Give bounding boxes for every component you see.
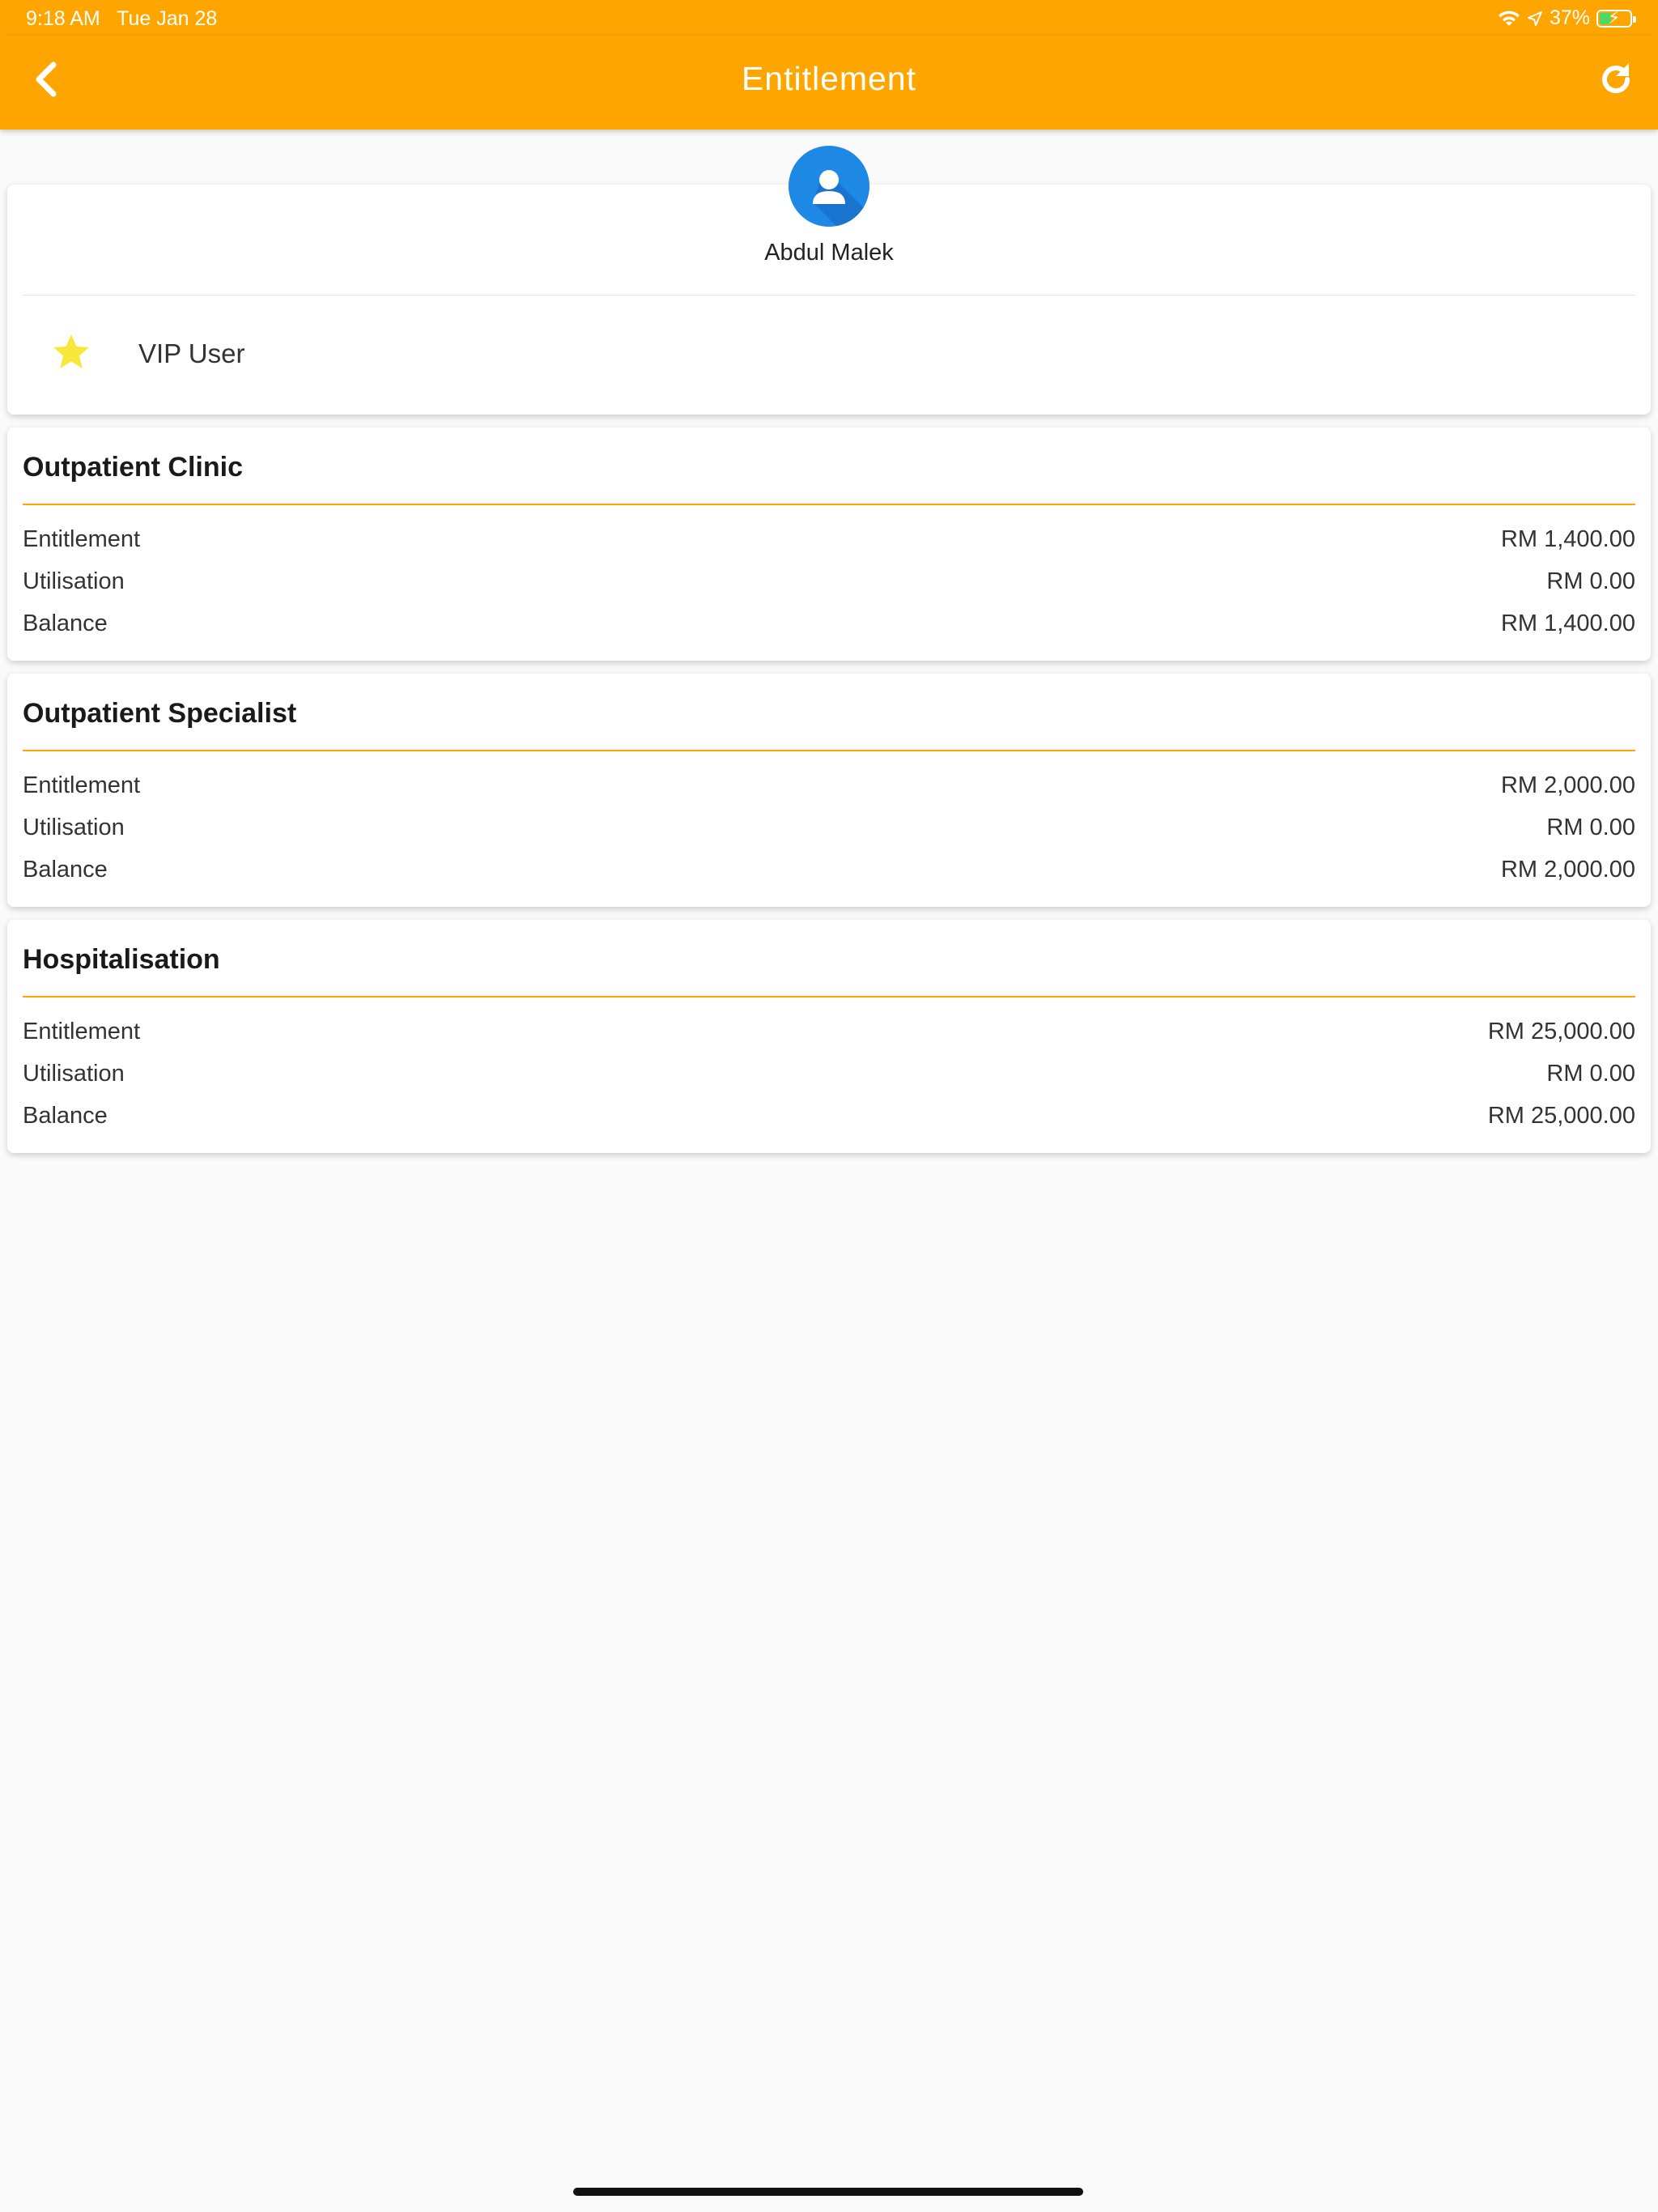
row-label: Utilisation <box>23 814 125 840</box>
home-indicator[interactable] <box>573 2188 1083 2196</box>
section-title: Outpatient Clinic <box>23 452 243 483</box>
section-title: Hospitalisation <box>23 944 220 975</box>
utilisation-row: Utilisation RM 0.00 <box>23 1053 1635 1095</box>
vip-row: VIP User <box>7 295 1651 415</box>
section-outpatient-specialist: Outpatient Specialist Entitlement RM 2,0… <box>7 674 1651 907</box>
battery-percent: 37% <box>1549 6 1590 29</box>
entitlement-row: Entitlement RM 2,000.00 <box>23 764 1635 806</box>
section-outpatient-clinic: Outpatient Clinic Entitlement RM 1,400.0… <box>7 428 1651 661</box>
balance-row: Balance RM 2,000.00 <box>23 849 1635 891</box>
user-icon <box>813 170 869 227</box>
section-divider <box>23 504 1635 505</box>
status-bar: 9:18 AM Tue Jan 28 37% ⚡ <box>0 0 1658 36</box>
row-label: Utilisation <box>23 1060 125 1087</box>
vip-label: VIP User <box>138 338 245 368</box>
balance-row: Balance RM 25,000.00 <box>23 1095 1635 1137</box>
page-title: Entitlement <box>741 60 917 97</box>
status-indicators: 37% ⚡ <box>1498 6 1636 30</box>
row-value: RM 0.00 <box>1546 1060 1635 1087</box>
row-label: Entitlement <box>23 772 141 798</box>
refresh-button[interactable] <box>1596 60 1635 99</box>
entitlement-row: Entitlement RM 1,400.00 <box>23 518 1635 560</box>
star-icon <box>53 334 89 368</box>
row-value: RM 0.00 <box>1546 814 1635 840</box>
section-divider <box>23 996 1635 998</box>
row-value: RM 2,000.00 <box>1500 772 1635 798</box>
row-label: Balance <box>23 1102 108 1129</box>
avatar <box>789 146 869 227</box>
row-label: Utilisation <box>23 568 125 594</box>
balance-row: Balance RM 1,400.00 <box>23 602 1635 644</box>
row-value: RM 0.00 <box>1546 568 1635 594</box>
wifi-icon <box>1498 10 1520 26</box>
row-value: RM 1,400.00 <box>1500 525 1635 552</box>
app-header: Entitlement <box>0 36 1658 130</box>
utilisation-row: Utilisation RM 0.00 <box>23 806 1635 849</box>
row-label: Entitlement <box>23 525 141 552</box>
status-time-date: 9:18 AM Tue Jan 28 <box>26 7 217 31</box>
row-label: Balance <box>23 856 108 883</box>
entitlement-row: Entitlement RM 25,000.00 <box>23 1010 1635 1053</box>
status-date: Tue Jan 28 <box>117 7 218 30</box>
utilisation-row: Utilisation RM 0.00 <box>23 560 1635 602</box>
refresh-icon <box>1602 63 1630 93</box>
row-value: RM 1,400.00 <box>1500 610 1635 636</box>
row-value: RM 2,000.00 <box>1500 856 1635 883</box>
section-title: Outpatient Specialist <box>23 698 297 729</box>
row-label: Balance <box>23 610 108 636</box>
row-label: Entitlement <box>23 1018 141 1044</box>
section-hospitalisation: Hospitalisation Entitlement RM 25,000.00… <box>7 920 1651 1153</box>
battery-icon: ⚡ <box>1596 7 1636 28</box>
profile-name: Abdul Malek <box>764 240 894 266</box>
row-value: RM 25,000.00 <box>1487 1102 1635 1129</box>
status-time: 9:18 AM <box>26 7 100 30</box>
row-value: RM 25,000.00 <box>1487 1018 1635 1044</box>
section-divider <box>23 750 1635 751</box>
location-arrow-icon <box>1527 11 1542 26</box>
